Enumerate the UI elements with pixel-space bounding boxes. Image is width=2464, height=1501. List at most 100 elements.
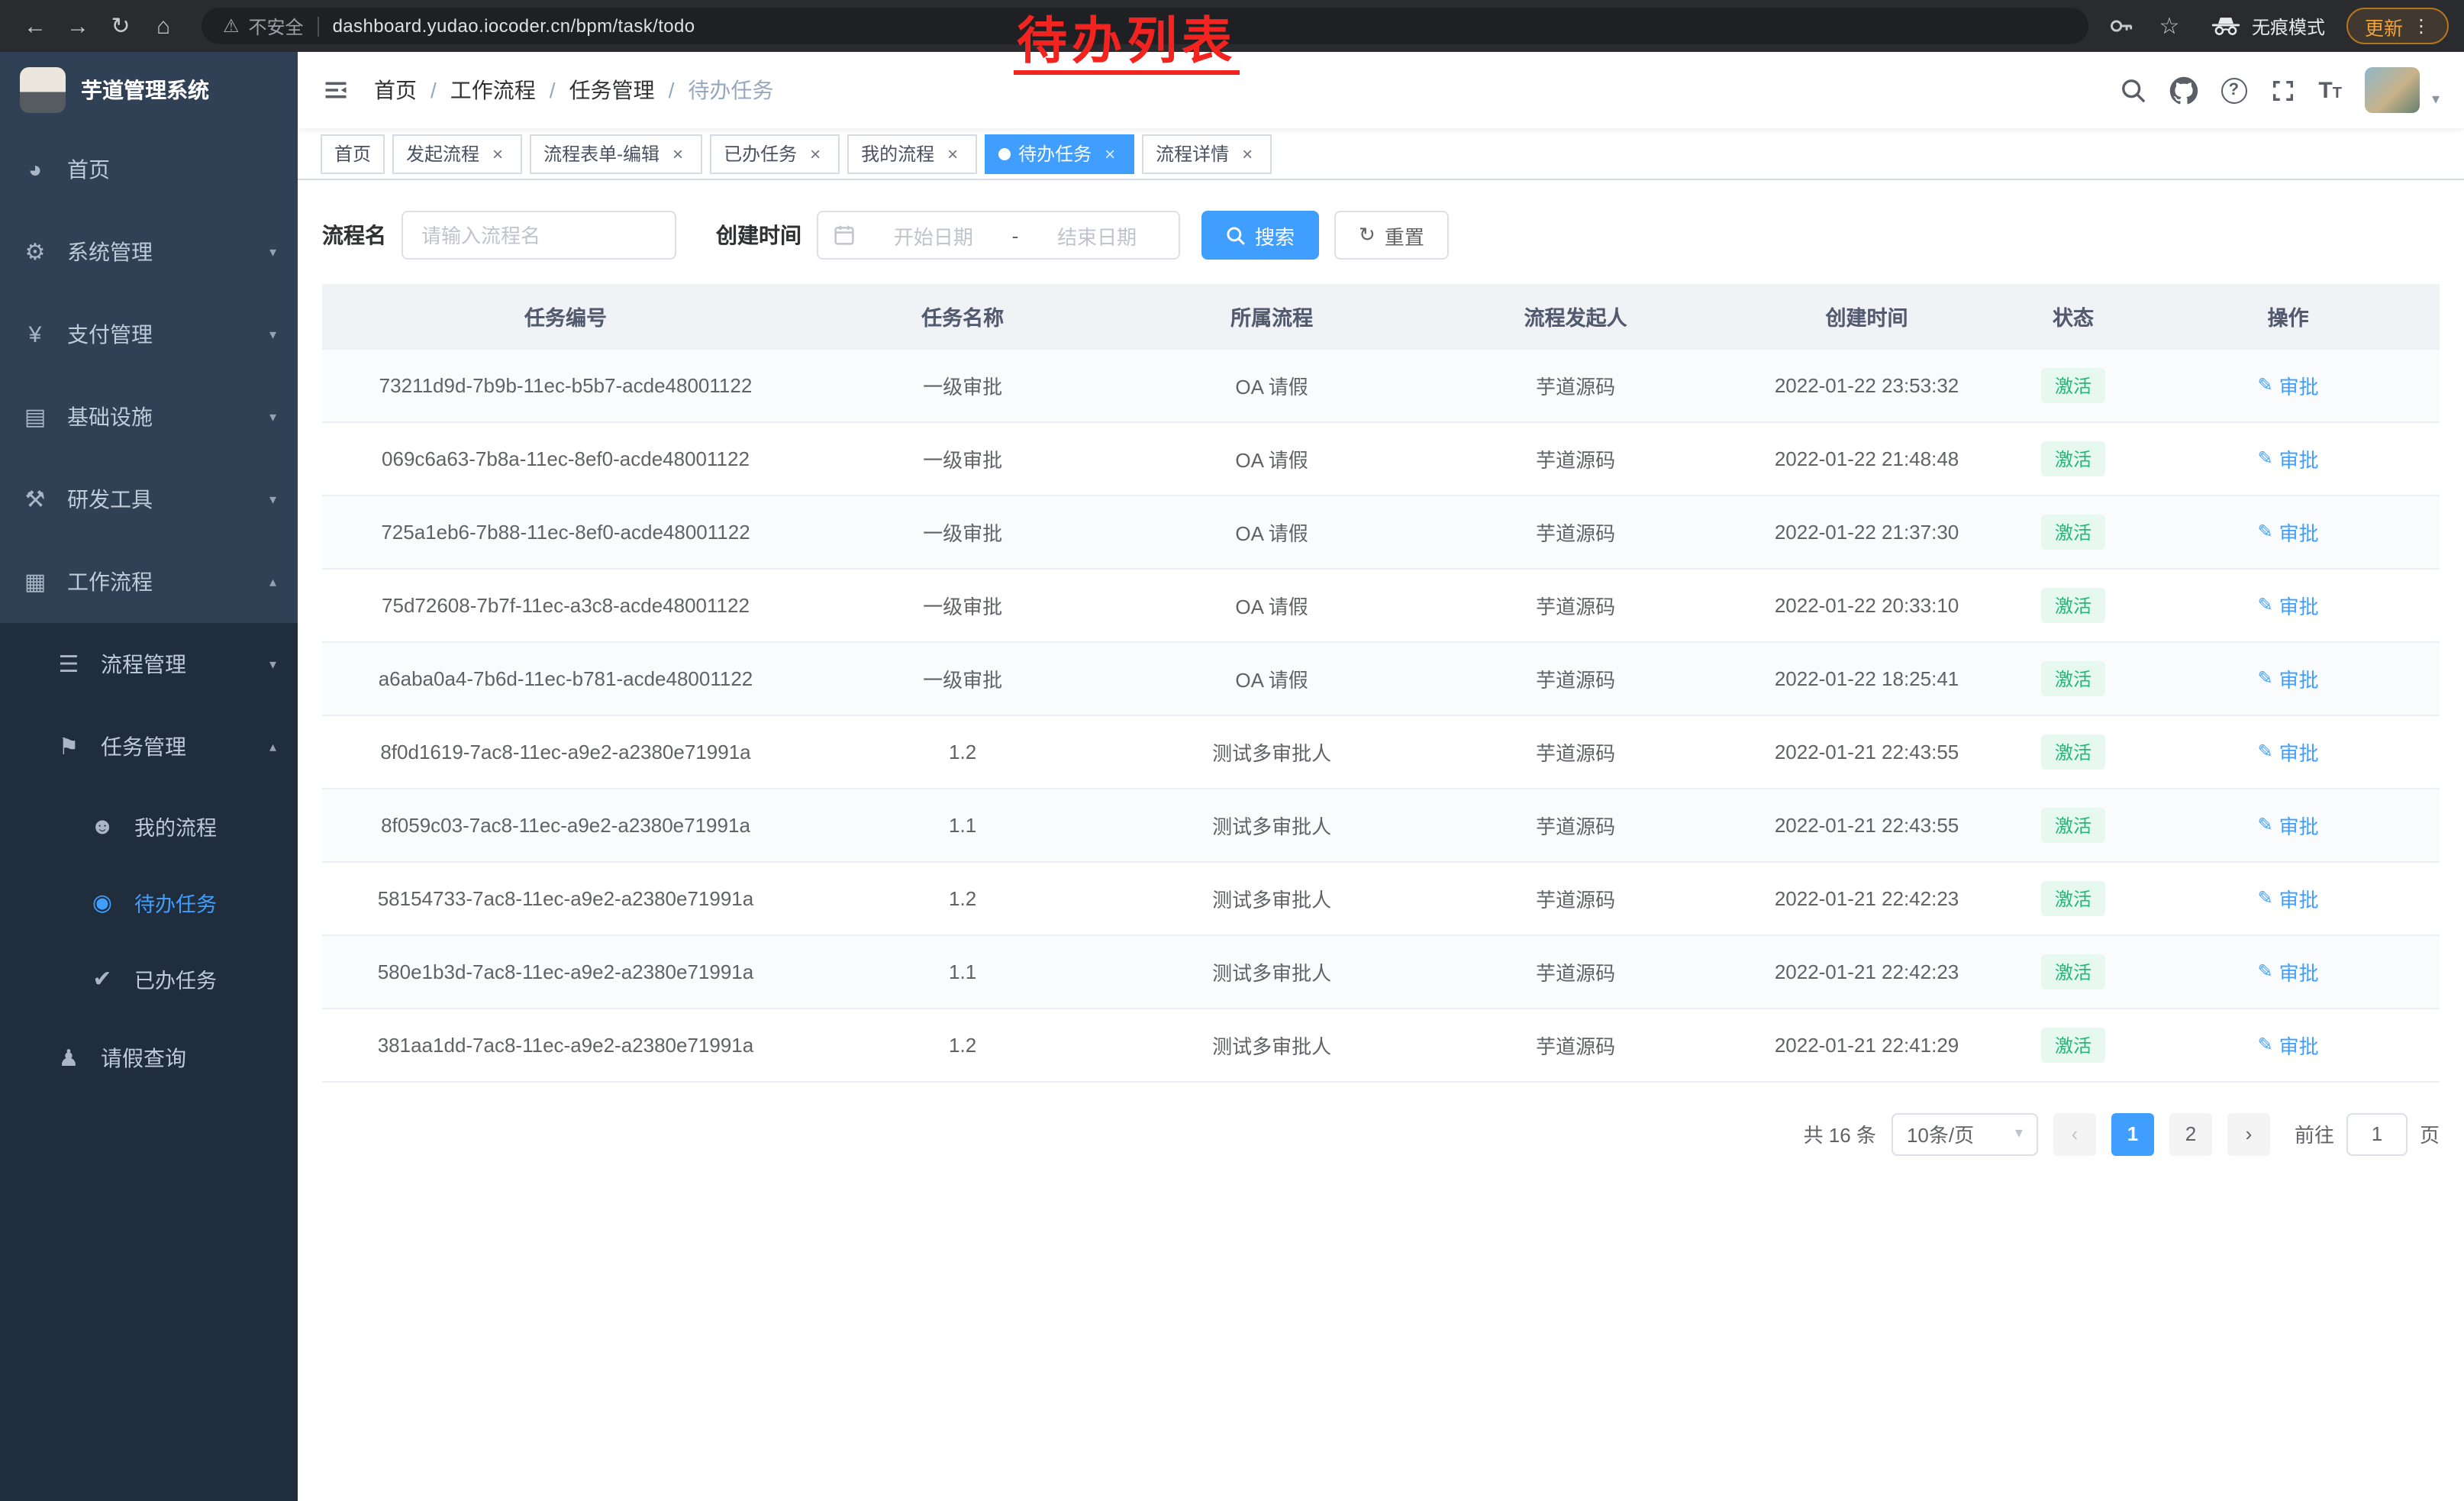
start-date-placeholder[interactable]: 开始日期 xyxy=(867,221,1000,250)
reset-button[interactable]: ↻ 重置 xyxy=(1334,211,1449,260)
cell-starter: 芋道源码 xyxy=(1427,641,1724,715)
tab-initiate-process[interactable]: 发起流程 × xyxy=(392,134,522,173)
incognito-icon xyxy=(2211,15,2241,37)
infrastructure-icon: ▤ xyxy=(21,403,49,431)
cell-process: OA 请假 xyxy=(1116,348,1427,421)
approve-link[interactable]: ✎ 审批 xyxy=(2258,444,2319,473)
sidebar-item-payment[interactable]: ¥ 支付管理 ▾ xyxy=(0,293,298,376)
sidebar-item-task-manage[interactable]: ⚑ 任务管理 ▴ xyxy=(0,705,298,788)
url-text[interactable]: dashboard.yudao.iocoder.cn/bpm/task/todo xyxy=(333,15,695,37)
page-button-1[interactable]: 1 xyxy=(2111,1112,2154,1155)
breadcrumb-workflow[interactable]: 工作流程 xyxy=(450,75,536,105)
cell-created: 2022-01-21 22:42:23 xyxy=(1724,861,2009,934)
tab-done-tasks[interactable]: 已办任务 × xyxy=(710,134,840,173)
tab-todo-tasks[interactable]: 待办任务 × xyxy=(985,134,1134,173)
fullscreen-icon[interactable] xyxy=(2269,77,2295,103)
col-created: 创建时间 xyxy=(1724,284,2009,348)
cell-created: 2022-01-22 18:25:41 xyxy=(1724,641,2009,715)
prev-page-button[interactable]: ‹ xyxy=(2053,1112,2096,1155)
end-date-placeholder[interactable]: 结束日期 xyxy=(1030,221,1163,250)
cell-starter: 芋道源码 xyxy=(1427,348,1724,421)
cell-task-id: 580e1b3d-7ac8-11ec-a9e2-a2380e71991a xyxy=(322,934,809,1008)
page-size-select[interactable]: 10条/页 ▾ xyxy=(1892,1112,2038,1155)
chevron-up-icon: ▴ xyxy=(269,738,276,755)
sidebar-item-label: 任务管理 xyxy=(101,731,186,762)
password-key-icon[interactable] xyxy=(2107,12,2134,40)
sidebar-item-todo-tasks[interactable]: ◉ 待办任务 xyxy=(0,864,298,941)
approve-link[interactable]: ✎ 审批 xyxy=(2258,883,2319,912)
close-icon[interactable]: × xyxy=(1237,143,1258,164)
next-page-button[interactable]: › xyxy=(2227,1112,2270,1155)
back-icon[interactable]: ← xyxy=(15,6,55,46)
close-icon[interactable]: × xyxy=(942,143,963,164)
cell-status: 激活 xyxy=(2010,934,2137,1008)
help-question-icon[interactable]: ? xyxy=(2221,77,2246,103)
close-icon[interactable]: × xyxy=(487,143,508,164)
cell-task-id: a6aba0a4-7b6d-11ec-b781-acde48001122 xyxy=(322,641,809,715)
sidebar-item-home[interactable]: ◕ 首页 xyxy=(0,128,298,211)
goto-page-input[interactable] xyxy=(2346,1112,2408,1155)
date-range-picker[interactable]: 开始日期 - 结束日期 xyxy=(817,211,1180,260)
tabs-bar: 首页 发起流程 × 流程表单-编辑 × 已办任务 × 我的流程 × xyxy=(298,128,2464,180)
cell-process: OA 请假 xyxy=(1116,641,1427,715)
address-bar[interactable]: ⚠ 不安全 dashboard.yudao.iocoder.cn/bpm/tas… xyxy=(202,8,2088,44)
github-icon[interactable] xyxy=(2169,76,2198,105)
tab-home[interactable]: 首页 xyxy=(321,134,385,173)
approve-link[interactable]: ✎ 审批 xyxy=(2258,663,2319,692)
home-icon[interactable]: ⌂ xyxy=(144,6,183,46)
table-row: 75d72608-7b7f-11ec-a3c8-acde48001122 一级审… xyxy=(322,568,2440,641)
cell-status: 激活 xyxy=(2010,568,2137,641)
search-icon[interactable] xyxy=(2120,77,2146,103)
sidebar-item-label: 支付管理 xyxy=(67,319,153,350)
status-badge: 激活 xyxy=(2041,587,2105,622)
cell-task-name: 一级审批 xyxy=(809,495,1116,568)
breadcrumb-home[interactable]: 首页 xyxy=(374,75,417,105)
process-name-label: 流程名 xyxy=(322,220,386,250)
hamburger-icon[interactable] xyxy=(322,76,350,104)
sidebar-item-infra[interactable]: ▤ 基础设施 ▾ xyxy=(0,376,298,458)
cell-task-name: 1.2 xyxy=(809,861,1116,934)
reload-icon[interactable]: ↻ xyxy=(101,6,140,46)
tab-process-detail[interactable]: 流程详情 × xyxy=(1142,134,1272,173)
cell-task-id: 725a1eb6-7b88-11ec-8ef0-acde48001122 xyxy=(322,495,809,568)
approve-label: 审批 xyxy=(2279,883,2319,912)
sidebar-item-leave-query[interactable]: ♟ 请假查询 xyxy=(0,1017,298,1099)
breadcrumb-task-manage[interactable]: 任务管理 xyxy=(569,75,655,105)
close-icon[interactable]: × xyxy=(667,143,689,164)
forward-icon[interactable]: → xyxy=(58,6,98,46)
menu-dots-icon[interactable]: ⋮ xyxy=(2412,15,2430,37)
chevron-down-icon: ▾ xyxy=(269,408,276,425)
process-name-input[interactable] xyxy=(402,211,676,260)
approve-link[interactable]: ✎ 审批 xyxy=(2258,517,2319,546)
close-icon[interactable]: × xyxy=(805,143,826,164)
sidebar-item-my-process[interactable]: ☻ 我的流程 xyxy=(0,788,298,864)
approve-link[interactable]: ✎ 审批 xyxy=(2258,590,2319,619)
security-label[interactable]: 不安全 xyxy=(249,13,304,39)
update-label: 更新 xyxy=(2365,11,2403,40)
sidebar-item-system[interactable]: ⚙ 系统管理 ▾ xyxy=(0,211,298,293)
approve-link[interactable]: ✎ 审批 xyxy=(2258,1030,2319,1059)
sidebar-item-process-manage[interactable]: ☰ 流程管理 ▾ xyxy=(0,623,298,705)
update-button[interactable]: 更新 ⋮ xyxy=(2346,8,2449,44)
sidebar-item-done-tasks[interactable]: ✔ 已办任务 xyxy=(0,941,298,1017)
page-button-2[interactable]: 2 xyxy=(2169,1112,2212,1155)
search-button[interactable]: 搜索 xyxy=(1201,211,1319,260)
tab-my-process[interactable]: 我的流程 × xyxy=(847,134,977,173)
approve-link[interactable]: ✎ 审批 xyxy=(2258,810,2319,839)
font-size-icon[interactable]: TT xyxy=(2318,77,2342,103)
app-logo[interactable]: 芋道管理系统 xyxy=(0,52,298,128)
approve-link[interactable]: ✎ 审批 xyxy=(2258,737,2319,766)
active-dot-icon xyxy=(998,147,1011,160)
sidebar-item-devtools[interactable]: ⚒ 研发工具 ▾ xyxy=(0,458,298,541)
bookmark-star-icon[interactable]: ☆ xyxy=(2150,6,2189,46)
status-badge: 激活 xyxy=(2041,367,2105,402)
avatar[interactable] xyxy=(2365,67,2420,113)
approve-link[interactable]: ✎ 审批 xyxy=(2258,370,2319,399)
close-icon[interactable]: × xyxy=(1099,143,1121,164)
avatar-caret-icon[interactable]: ▾ xyxy=(2432,92,2440,113)
cell-process: OA 请假 xyxy=(1116,495,1427,568)
browser-window: 待办列表 ← → ↻ ⌂ ⚠ 不安全 dashboard.yudao.iocod… xyxy=(0,0,2464,1501)
approve-link[interactable]: ✎ 审批 xyxy=(2258,957,2319,986)
sidebar-item-workflow[interactable]: ▦ 工作流程 ▴ xyxy=(0,541,298,623)
tab-process-form-edit[interactable]: 流程表单-编辑 × xyxy=(530,134,702,173)
